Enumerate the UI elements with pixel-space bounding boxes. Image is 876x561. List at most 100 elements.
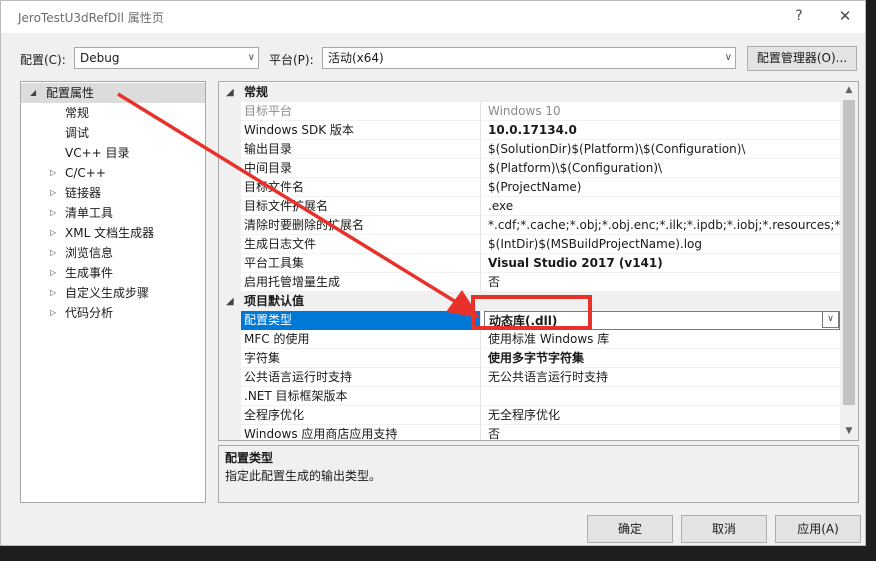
property-value: 使用多字节字符集 xyxy=(488,351,585,365)
tree-item-label: 配置属性 xyxy=(46,86,95,100)
scroll-down-icon[interactable]: ▼ xyxy=(840,423,858,440)
property-row-output-directory[interactable]: 输出目录 $(SolutionDir)$(Platform)\$(Configu… xyxy=(219,140,840,159)
property-row-mfc-usage[interactable]: MFC 的使用 使用标准 Windows 库 xyxy=(219,330,840,349)
property-row-windows-sdk-version[interactable]: Windows SDK 版本 10.0.17134.0 xyxy=(219,121,840,140)
tree-item-debugging[interactable]: 调试 xyxy=(21,123,205,143)
property-row-platform-toolset[interactable]: 平台工具集 Visual Studio 2017 (v141) xyxy=(219,254,840,273)
property-value: 否 xyxy=(488,427,501,441)
expand-triangle-icon[interactable]: ▷ xyxy=(50,243,56,263)
cancel-button[interactable]: 取消 xyxy=(681,515,767,543)
description-panel: 配置类型 指定此配置生成的输出类型。 xyxy=(218,445,859,503)
expand-triangle-icon[interactable]: ▷ xyxy=(50,263,56,283)
property-name: 全程序优化 xyxy=(241,406,481,425)
property-value: Visual Studio 2017 (v141) xyxy=(488,256,663,270)
property-row-character-set[interactable]: 字符集 使用多字节字符集 xyxy=(219,349,840,368)
property-value: 10.0.17134.0 xyxy=(488,123,577,137)
property-row-build-log-file[interactable]: 生成日志文件 $(IntDir)$(MSBuildProjectName).lo… xyxy=(219,235,840,254)
tree-item-label: VC++ 目录 xyxy=(65,146,130,160)
property-row-dotnet-target-framework[interactable]: .NET 目标框架版本 xyxy=(219,387,840,406)
property-row-managed-incremental-build[interactable]: 启用托管增量生成 否 xyxy=(219,273,840,292)
chevron-down-icon: ∨ xyxy=(247,52,255,63)
window-title: JeroTestU3dRefDll 属性页 xyxy=(18,11,164,25)
tree-item-code-analysis[interactable]: ▷ 代码分析 xyxy=(21,303,205,323)
property-value: $(ProjectName) xyxy=(488,180,582,194)
property-value: .exe xyxy=(488,199,514,213)
platform-select[interactable]: 活动(x64) ∨ xyxy=(322,47,736,69)
ok-button[interactable]: 确定 xyxy=(587,515,673,543)
tree-item-xml-doc-generator[interactable]: ▷ XML 文档生成器 xyxy=(21,223,205,243)
scroll-up-icon[interactable]: ▲ xyxy=(840,82,858,99)
collapse-triangle-icon[interactable]: ◢ xyxy=(226,292,234,311)
property-value: *.cdf;*.cache;*.obj;*.obj.enc;*.ilk;*.ip… xyxy=(488,218,840,232)
tree-item-config-properties[interactable]: ◢ 配置属性 xyxy=(21,83,205,103)
close-icon[interactable]: ✕ xyxy=(833,5,857,27)
platform-select-value: 活动(x64) xyxy=(328,51,384,65)
apply-button[interactable]: 应用(A) xyxy=(775,515,861,543)
property-name: Windows SDK 版本 xyxy=(241,121,481,140)
property-row-clr-support[interactable]: 公共语言运行时支持 无公共语言运行时支持 xyxy=(219,368,840,387)
expand-triangle-icon[interactable]: ◢ xyxy=(30,83,36,103)
property-grid: ◢ 常规 目标平台 Windows 10 Windows SDK 版本 10.0… xyxy=(218,81,859,441)
config-select-value: Debug xyxy=(80,51,120,65)
tree-item-c-cpp[interactable]: ▷ C/C++ xyxy=(21,163,205,183)
property-row-target-name[interactable]: 目标文件名 $(ProjectName) xyxy=(219,178,840,197)
tree-item-label: 浏览信息 xyxy=(65,246,114,260)
property-value: 否 xyxy=(488,275,501,289)
title-bar: JeroTestU3dRefDll 属性页 ? ✕ xyxy=(1,1,865,33)
vertical-scrollbar[interactable]: ▲ ▼ xyxy=(840,82,858,440)
property-name: 目标文件名 xyxy=(241,178,481,197)
expand-triangle-icon[interactable]: ▷ xyxy=(50,303,56,323)
expand-triangle-icon[interactable]: ▷ xyxy=(50,203,56,223)
property-name: 配置类型 xyxy=(241,311,481,330)
property-value: Windows 10 xyxy=(488,104,561,118)
tree-item-browse-info[interactable]: ▷ 浏览信息 xyxy=(21,243,205,263)
tree-item-custom-build-step[interactable]: ▷ 自定义生成步骤 xyxy=(21,283,205,303)
platform-label: 平台(P): xyxy=(269,53,314,67)
expand-triangle-icon[interactable]: ▷ xyxy=(50,163,56,183)
property-value: $(SolutionDir)$(Platform)\$(Configuratio… xyxy=(488,142,746,156)
property-name: MFC 的使用 xyxy=(241,330,481,349)
category-general[interactable]: ◢ 常规 xyxy=(219,83,840,102)
scrollbar-thumb[interactable] xyxy=(843,100,855,405)
expand-triangle-icon[interactable]: ▷ xyxy=(50,183,56,203)
chevron-down-icon: ∨ xyxy=(724,52,732,63)
property-row-target-platform[interactable]: 目标平台 Windows 10 xyxy=(219,102,840,121)
description-title: 配置类型 xyxy=(225,451,274,465)
property-row-configuration-type[interactable]: 配置类型 动态库(.dll) ∨ xyxy=(219,311,840,330)
property-row-target-extension[interactable]: 目标文件扩展名 .exe xyxy=(219,197,840,216)
property-name: 清除时要删除的扩展名 xyxy=(241,216,481,235)
tree-item-label: XML 文档生成器 xyxy=(65,226,155,240)
property-name: 平台工具集 xyxy=(241,254,481,273)
property-name: 公共语言运行时支持 xyxy=(241,368,481,387)
property-value-select[interactable]: 动态库(.dll) xyxy=(484,311,840,330)
property-value: 无公共语言运行时支持 xyxy=(488,370,609,384)
property-row-intermediate-directory[interactable]: 中间目录 $(Platform)\$(Configuration)\ xyxy=(219,159,840,178)
help-icon[interactable]: ? xyxy=(787,5,811,27)
config-select[interactable]: Debug ∨ xyxy=(74,47,259,69)
tree-item-label: 自定义生成步骤 xyxy=(65,286,150,300)
property-row-whole-program-optimization[interactable]: 全程序优化 无全程序优化 xyxy=(219,406,840,425)
property-name: 目标文件扩展名 xyxy=(241,197,481,216)
chevron-down-icon[interactable]: ∨ xyxy=(822,311,839,328)
property-value xyxy=(484,387,840,406)
tree-item-build-events[interactable]: ▷ 生成事件 xyxy=(21,263,205,283)
property-name: 启用托管增量生成 xyxy=(241,273,481,292)
tree-item-manifest-tool[interactable]: ▷ 清单工具 xyxy=(21,203,205,223)
property-name: 输出目录 xyxy=(241,140,481,159)
config-manager-button[interactable]: 配置管理器(O)... xyxy=(747,46,857,71)
expand-triangle-icon[interactable]: ▷ xyxy=(50,283,56,303)
category-label: 项目默认值 xyxy=(244,294,305,308)
property-value: 无全程序优化 xyxy=(488,408,561,422)
collapse-triangle-icon[interactable]: ◢ xyxy=(226,83,234,102)
tree-item-label: 清单工具 xyxy=(65,206,114,220)
property-value: $(Platform)\$(Configuration)\ xyxy=(488,161,663,175)
tree-item-vc-directories[interactable]: VC++ 目录 xyxy=(21,143,205,163)
property-row-windows-store-app-support[interactable]: Windows 应用商店应用支持 否 xyxy=(219,425,840,441)
property-row-clean-extensions[interactable]: 清除时要删除的扩展名 *.cdf;*.cache;*.obj;*.obj.enc… xyxy=(219,216,840,235)
expand-triangle-icon[interactable]: ▷ xyxy=(50,223,56,243)
property-value: 使用标准 Windows 库 xyxy=(488,332,610,346)
tree-item-linker[interactable]: ▷ 链接器 xyxy=(21,183,205,203)
tree-item-general[interactable]: 常规 xyxy=(21,103,205,123)
category-label: 常规 xyxy=(244,85,269,99)
category-project-defaults[interactable]: ◢ 项目默认值 xyxy=(219,292,840,311)
